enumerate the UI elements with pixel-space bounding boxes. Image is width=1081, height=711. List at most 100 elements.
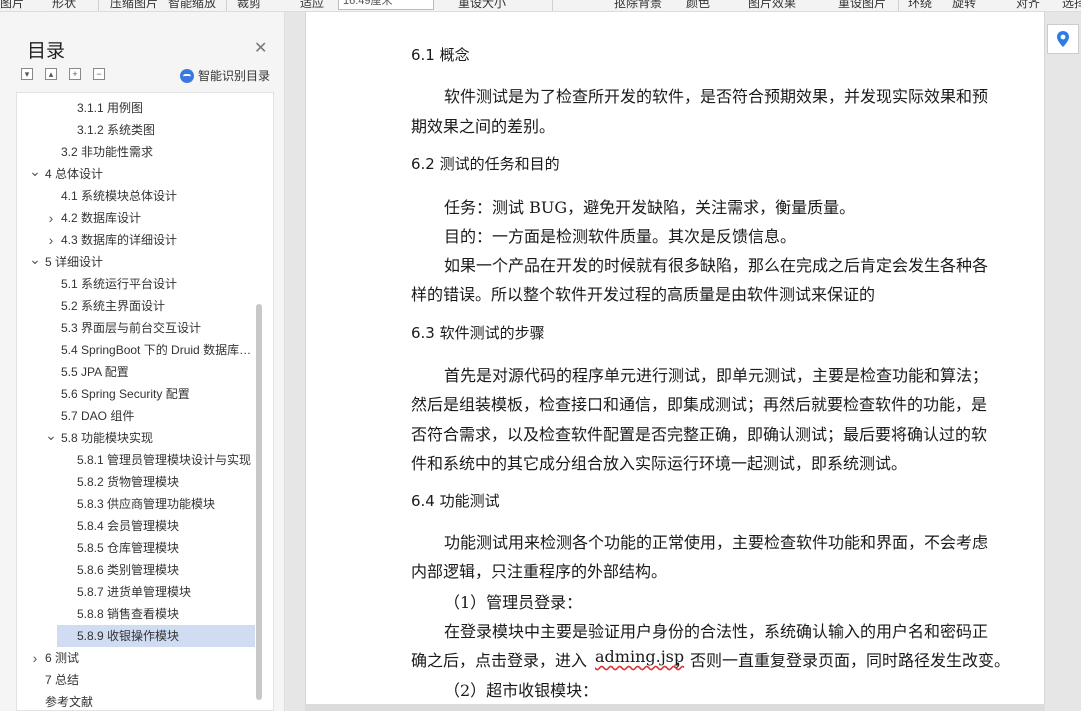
- tb-fit[interactable]: 适应: [300, 0, 324, 11]
- smart-toc-button[interactable]: 智能识别目录: [180, 67, 270, 84]
- toc-list: 3.1.1 用例图 3.1.2 系统类图 3.2 非功能性需求 4 总体设计 ⌄ 4.1 …: [16, 92, 274, 711]
- tb-wrap[interactable]: 环绕: [908, 0, 932, 11]
- section-heading: 6.3 软件测试的步骤: [411, 324, 545, 342]
- status-strip: [305, 704, 1045, 711]
- toc-item[interactable]: 5.2 系统主界面设计: [17, 295, 257, 317]
- toc-item[interactable]: 5.8.4 会员管理模块: [17, 515, 257, 537]
- toc-item[interactable]: 5.8.6 类别管理模块: [17, 559, 257, 581]
- section-heading: 6.1 概念: [411, 46, 470, 64]
- toc-item[interactable]: 5.8.3 供应商管理功能模块: [17, 493, 257, 515]
- toc-item[interactable]: 5.8.1 管理员管理模块设计与实现: [17, 449, 257, 471]
- toc-item[interactable]: 5.8.5 仓库管理模块: [17, 537, 257, 559]
- tb-compress[interactable]: 压缩图片: [110, 0, 158, 11]
- sidebar-title: 目录: [27, 41, 66, 62]
- toc-item[interactable]: 5.4 SpringBoot 下的 Druid 数据库连接池配置: [17, 339, 257, 361]
- toc-item[interactable]: 5.8.2 货物管理模块: [17, 471, 257, 493]
- tb-select[interactable]: 选择: [1062, 0, 1081, 11]
- toc-item[interactable]: 5.8.9 收银操作模块: [57, 625, 255, 647]
- section-heading: 6.4 功能测试: [411, 492, 500, 510]
- toc-item[interactable]: 参考文献: [17, 691, 257, 710]
- toc-item-label: 5 详细设计: [45, 255, 104, 269]
- paragraph-line: 软件测试是为了检查所开发的软件，是否符合预期效果，并发现实际效果和预: [444, 87, 989, 106]
- toc-item[interactable]: 4 总体设计 ⌄: [17, 163, 257, 185]
- separator: [226, 0, 227, 11]
- toc-item[interactable]: 4.1 系统模块总体设计: [17, 185, 257, 207]
- paragraph-line: 内部逻辑，只注重程序的外部结构。: [411, 562, 668, 581]
- paragraph-line: 件和系统中的其它成分组合放入实际运行环境一起测试，即系统测试。: [411, 454, 908, 473]
- toc-item[interactable]: 7 总结: [17, 669, 257, 691]
- toc-item[interactable]: 5 详细设计 ⌄: [17, 251, 257, 273]
- filename-link[interactable]: adming.jsp: [595, 647, 684, 666]
- toc-item-label: 5.4 SpringBoot 下的 Druid 数据库连接池配置: [61, 343, 257, 357]
- chevron-down-icon[interactable]: ⌄: [45, 427, 57, 446]
- toc-item-label: 6 测试: [45, 651, 80, 665]
- toc-item-label: 5.8.4 会员管理模块: [77, 519, 180, 533]
- paragraph-line: 如果一个产品在开发的时候就有很多缺陷，那么在完成之后肯定会发生各种各: [444, 256, 989, 275]
- tb-picture[interactable]: 图片: [0, 0, 24, 11]
- ai-icon: [180, 68, 194, 83]
- expand-icon[interactable]: ▴: [45, 68, 57, 80]
- chevron-right-icon[interactable]: ›: [45, 229, 57, 251]
- toc-item[interactable]: 5.1 系统运行平台设计: [17, 273, 257, 295]
- location-pin-icon[interactable]: [1047, 24, 1079, 54]
- toc-item[interactable]: 5.3 界面层与前台交互设计: [17, 317, 257, 339]
- paragraph-line: ，否则一直重复登录页面，同时路径发生改变。: [674, 651, 1011, 670]
- toc-item[interactable]: 5.6 Spring Security 配置: [17, 383, 257, 405]
- toc-item[interactable]: 3.1.1 用例图: [17, 97, 257, 119]
- paragraph-line: （1）管理员登录：: [444, 593, 583, 612]
- paragraph-line: 功能测试用来检测各个功能的正常使用，主要检查软件功能和界面，不会考虑: [444, 533, 989, 552]
- toc-item-label: 4 总体设计: [45, 167, 104, 181]
- toc-item[interactable]: 4.3 数据库的详细设计 ›: [17, 229, 257, 251]
- tb-color[interactable]: 颜色: [686, 0, 710, 11]
- toc-item-label: 5.8.2 货物管理模块: [77, 475, 180, 489]
- toc-item-label: 5.5 JPA 配置: [61, 365, 129, 379]
- toc-item-label: 参考文献: [45, 695, 94, 709]
- toc-item[interactable]: 5.5 JPA 配置: [17, 361, 257, 383]
- tb-remove-bg[interactable]: 抠除背景: [614, 0, 662, 11]
- chevron-right-icon[interactable]: ›: [29, 647, 41, 669]
- toc-item[interactable]: 5.8.7 进货单管理模块: [17, 581, 257, 603]
- toc-item-label: 5.1 系统运行平台设计: [61, 277, 178, 291]
- toc-sidebar: 目录 ✕ ▾ ▴ + − 智能识别目录 3.1.1 用例图 3.1.2 系统类图 3…: [0, 12, 285, 711]
- toc-item[interactable]: 3.1.2 系统类图: [17, 119, 257, 141]
- chevron-down-icon[interactable]: ⌄: [29, 251, 41, 270]
- chevron-right-icon[interactable]: ›: [45, 207, 57, 229]
- tb-crop[interactable]: 裁剪: [237, 0, 261, 11]
- remove-icon[interactable]: −: [93, 68, 105, 80]
- paragraph-line: 目的：一方面是检测软件质量。其次是反馈信息。: [444, 227, 797, 246]
- tb-align[interactable]: 对齐: [1016, 0, 1040, 11]
- chevron-down-icon[interactable]: ⌄: [29, 163, 41, 182]
- add-icon[interactable]: +: [69, 68, 81, 80]
- separator: [898, 0, 899, 11]
- separator: [552, 0, 553, 11]
- toc-item-label: 3.2 非功能性需求: [61, 145, 154, 159]
- collapse-icon[interactable]: ▾: [21, 68, 33, 80]
- close-icon[interactable]: ✕: [254, 38, 267, 58]
- tb-reset-size[interactable]: 重设大小: [458, 0, 506, 11]
- toc-item-label: 5.8.7 进货单管理模块: [77, 585, 192, 599]
- toc-scrollbar[interactable]: [256, 304, 262, 700]
- paragraph-line: 在登录模块中主要是验证用户身份的合法性，系统确认输入的用户名和密码正: [444, 622, 989, 641]
- paragraph-line: （2）超市收银模块：: [444, 681, 599, 700]
- tb-picture-effect[interactable]: 图片效果: [748, 0, 796, 11]
- toc-item-label: 5.7 DAO 组件: [61, 409, 135, 423]
- tb-shape[interactable]: 形状: [52, 0, 76, 11]
- width-input[interactable]: [338, 0, 434, 10]
- toc-item-label: 3.1.1 用例图: [77, 101, 144, 115]
- toc-item-label: 5.8.3 供应商管理功能模块: [77, 497, 216, 511]
- toc-item[interactable]: 5.8 功能模块实现 ⌄: [17, 427, 257, 449]
- tb-rotate[interactable]: 旋转: [952, 0, 976, 11]
- toc-item[interactable]: 4.2 数据库设计 ›: [17, 207, 257, 229]
- toc-item-label: 5.6 Spring Security 配置: [61, 387, 190, 401]
- tb-smart-scale[interactable]: 智能缩放: [168, 0, 216, 11]
- toc-item-label: 4.1 系统模块总体设计: [61, 189, 178, 203]
- toc-item[interactable]: 5.7 DAO 组件: [17, 405, 257, 427]
- toc-item-label: 5.8.6 类别管理模块: [77, 563, 180, 577]
- tb-reset-picture[interactable]: 重设图片: [838, 0, 886, 11]
- document-page: 6.1 概念软件测试是为了检查所开发的软件，是否符合预期效果，并发现实际效果和预…: [305, 12, 1045, 711]
- toc-item[interactable]: 5.8.8 销售查看模块: [17, 603, 257, 625]
- paragraph-line: 然后是组装模板，检查接口和通信，即集成测试；再然后就要检查软件的功能，是: [411, 395, 988, 414]
- toc-item[interactable]: 6 测试 ›: [17, 647, 257, 669]
- toc-item-label: 7 总结: [45, 673, 80, 687]
- toc-item[interactable]: 3.2 非功能性需求: [17, 141, 257, 163]
